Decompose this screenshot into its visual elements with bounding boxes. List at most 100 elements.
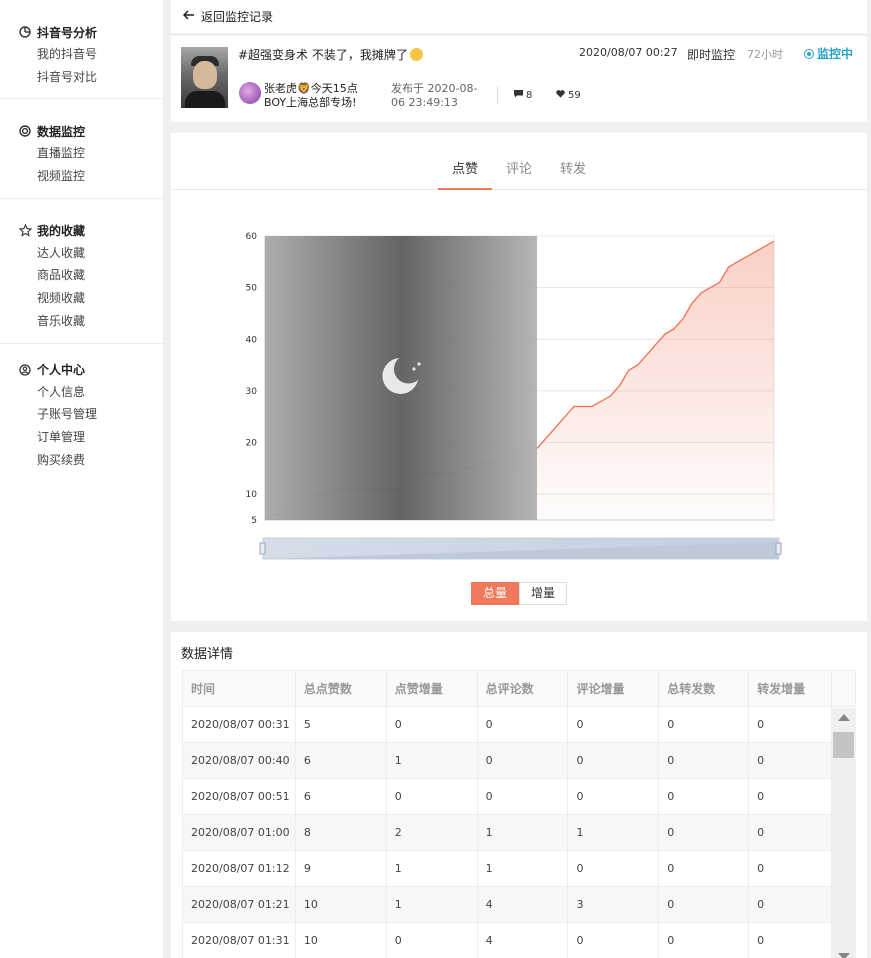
sidebar-item-renew[interactable]: 购买续费: [0, 449, 163, 472]
table-cell: 2020/08/07 00:51: [182, 778, 296, 815]
star-dot-icon: [417, 362, 421, 366]
y-tick-label: 5: [251, 516, 257, 526]
sidebar-group-title[interactable]: 个人中心: [0, 359, 163, 381]
table-cell: 1: [476, 850, 569, 887]
table-row: 2020/08/07 01:00 8 2 1 1 0 0: [182, 814, 856, 851]
author-avatar[interactable]: [239, 82, 261, 104]
col-header-share-delta[interactable]: 转发增量: [748, 670, 832, 707]
monitor-duration: 72小时: [747, 48, 783, 61]
sidebar-item-my-account[interactable]: 我的抖音号: [0, 43, 163, 66]
table-cell: 1: [567, 814, 660, 851]
table-cell: 0: [567, 922, 660, 958]
table-cell: 1: [385, 886, 478, 923]
sidebar-item-account-compare[interactable]: 抖音号对比: [0, 66, 163, 89]
monitor-type: 即时监控: [687, 48, 736, 62]
data-detail-card: 数据详情 时间 总点赞数 点赞增量 总评论数 评论增量 总转发数 转发增量 20…: [171, 632, 867, 958]
table-cell: 0: [476, 706, 569, 743]
likes-chart[interactable]: 5 10 20 30 40 50 60: [171, 190, 867, 575]
table-cell: 2020/08/07 00:40: [182, 742, 296, 779]
star-dot-icon: [412, 367, 416, 371]
sidebar-group-data-monitor: 数据监控 直播监控 视频监控: [0, 98, 163, 197]
col-header-total-shares[interactable]: 总转发数: [658, 670, 750, 707]
published-time: 发布于 2020-08-06 23:49:13: [391, 82, 478, 109]
table-cell: 2020/08/07 01:31: [182, 922, 296, 958]
divider: [497, 86, 498, 104]
sidebar-item-video-monitor[interactable]: 视频监控: [0, 165, 163, 188]
table-cell: 4: [476, 922, 569, 958]
sidebar-item-music-favorites[interactable]: 音乐收藏: [0, 310, 163, 333]
col-header-total-likes[interactable]: 总点赞数: [294, 670, 387, 707]
back-link[interactable]: 返回监控记录: [171, 0, 867, 34]
scroll-up-icon[interactable]: [838, 714, 850, 721]
y-tick-label: 10: [246, 490, 258, 500]
table-cell: 0: [385, 706, 478, 743]
scrollbar-thumb[interactable]: [833, 732, 854, 758]
sidebar-group-title[interactable]: 数据监控: [0, 120, 163, 142]
video-thumbnail[interactable]: [181, 47, 228, 108]
table-cell: 3: [567, 886, 660, 923]
table-title: 数据详情: [181, 647, 234, 662]
table-cell: 1: [476, 814, 569, 851]
table-cell: 0: [476, 778, 569, 815]
col-header-comment-delta[interactable]: 评论增量: [567, 670, 660, 707]
comment-icon: [514, 90, 523, 101]
table-cell: 1: [385, 742, 478, 779]
total-delta-toggle: 总量 增量: [471, 582, 567, 605]
col-header-like-delta[interactable]: 点赞增量: [385, 670, 478, 707]
user-circle-icon: [18, 363, 32, 377]
sidebar-item-orders[interactable]: 订单管理: [0, 426, 163, 449]
tab-likes[interactable]: 点赞: [438, 133, 492, 190]
sidebar-group-title[interactable]: 我的收藏: [0, 220, 163, 242]
grin-emoji-icon: [409, 48, 423, 61]
sidebar-item-sub-accounts[interactable]: 子账号管理: [0, 403, 163, 426]
comment-count: 8: [514, 90, 532, 101]
y-tick-label: 40: [246, 335, 258, 345]
sidebar-item-influencer-favorites[interactable]: 达人收藏: [0, 242, 163, 265]
sidebar-group-label: 我的收藏: [37, 224, 86, 239]
sidebar-item-live-monitor[interactable]: 直播监控: [0, 142, 163, 165]
y-tick-label: 30: [246, 387, 258, 397]
sidebar-item-video-favorites[interactable]: 视频收藏: [0, 287, 163, 310]
table-scrollbar[interactable]: [832, 708, 856, 958]
sidebar-group-title[interactable]: 抖音号分析: [0, 21, 163, 43]
author-name[interactable]: 张老虎🦁今天15点BOY上海总部专场!: [264, 82, 374, 110]
y-tick-label: 20: [246, 439, 258, 449]
table-cell: 0: [476, 742, 569, 779]
table-cell: 0: [385, 922, 478, 958]
metric-tabs: 点赞 评论 转发: [171, 133, 867, 190]
video-title[interactable]: #超强变身术 不装了，我摊牌了: [238, 46, 423, 63]
table-cell: 0: [658, 778, 750, 815]
table-row: 2020/08/07 01:21 10 1 4 3 0 0: [182, 886, 856, 923]
table-cell: 2020/08/07 01:12: [182, 850, 296, 887]
table-cell: 0: [658, 742, 750, 779]
tab-shares[interactable]: 转发: [546, 133, 600, 189]
chart-card: 点赞 评论 转发 5 10 20 30 40 50 60 总量 增量: [171, 133, 867, 621]
table-header-row: 时间 总点赞数 点赞增量 总评论数 评论增量 总转发数 转发增量: [182, 670, 857, 707]
sidebar-group-label: 个人中心: [37, 363, 86, 377]
table-row: 2020/08/07 00:51 6 0 0 0 0 0: [182, 778, 856, 815]
total-button[interactable]: 总量: [471, 582, 519, 605]
table-cell: 0: [748, 922, 832, 958]
table-row: 2020/08/07 01:31 10 0 4 0 0 0: [182, 922, 856, 958]
sidebar-item-product-favorites[interactable]: 商品收藏: [0, 264, 163, 287]
table-cell: 0: [748, 742, 832, 779]
table-cell: 0: [567, 706, 660, 743]
scrollbar-gutter: [830, 670, 857, 707]
tab-comments[interactable]: 评论: [492, 133, 546, 189]
col-header-total-comments[interactable]: 总评论数: [476, 670, 569, 707]
scroll-down-icon[interactable]: [838, 953, 850, 958]
table-cell: 0: [567, 850, 660, 887]
table-cell: 0: [748, 814, 832, 851]
col-header-time[interactable]: 时间: [182, 670, 296, 707]
table-cell: 2: [385, 814, 478, 851]
delta-button[interactable]: 增量: [519, 582, 567, 605]
video-title-text: #超强变身术 不装了，我摊牌了: [238, 48, 408, 62]
target-icon: [804, 48, 814, 59]
table-cell: 2020/08/07 01:00: [182, 814, 296, 851]
table-cell: 0: [658, 850, 750, 887]
arrow-left-icon: [182, 9, 195, 24]
monitor-start-time: 2020/08/07 00:27: [579, 46, 678, 59]
table-cell: 6: [294, 778, 387, 815]
table-cell: 10: [294, 886, 387, 923]
sidebar-item-profile[interactable]: 个人信息: [0, 381, 163, 404]
